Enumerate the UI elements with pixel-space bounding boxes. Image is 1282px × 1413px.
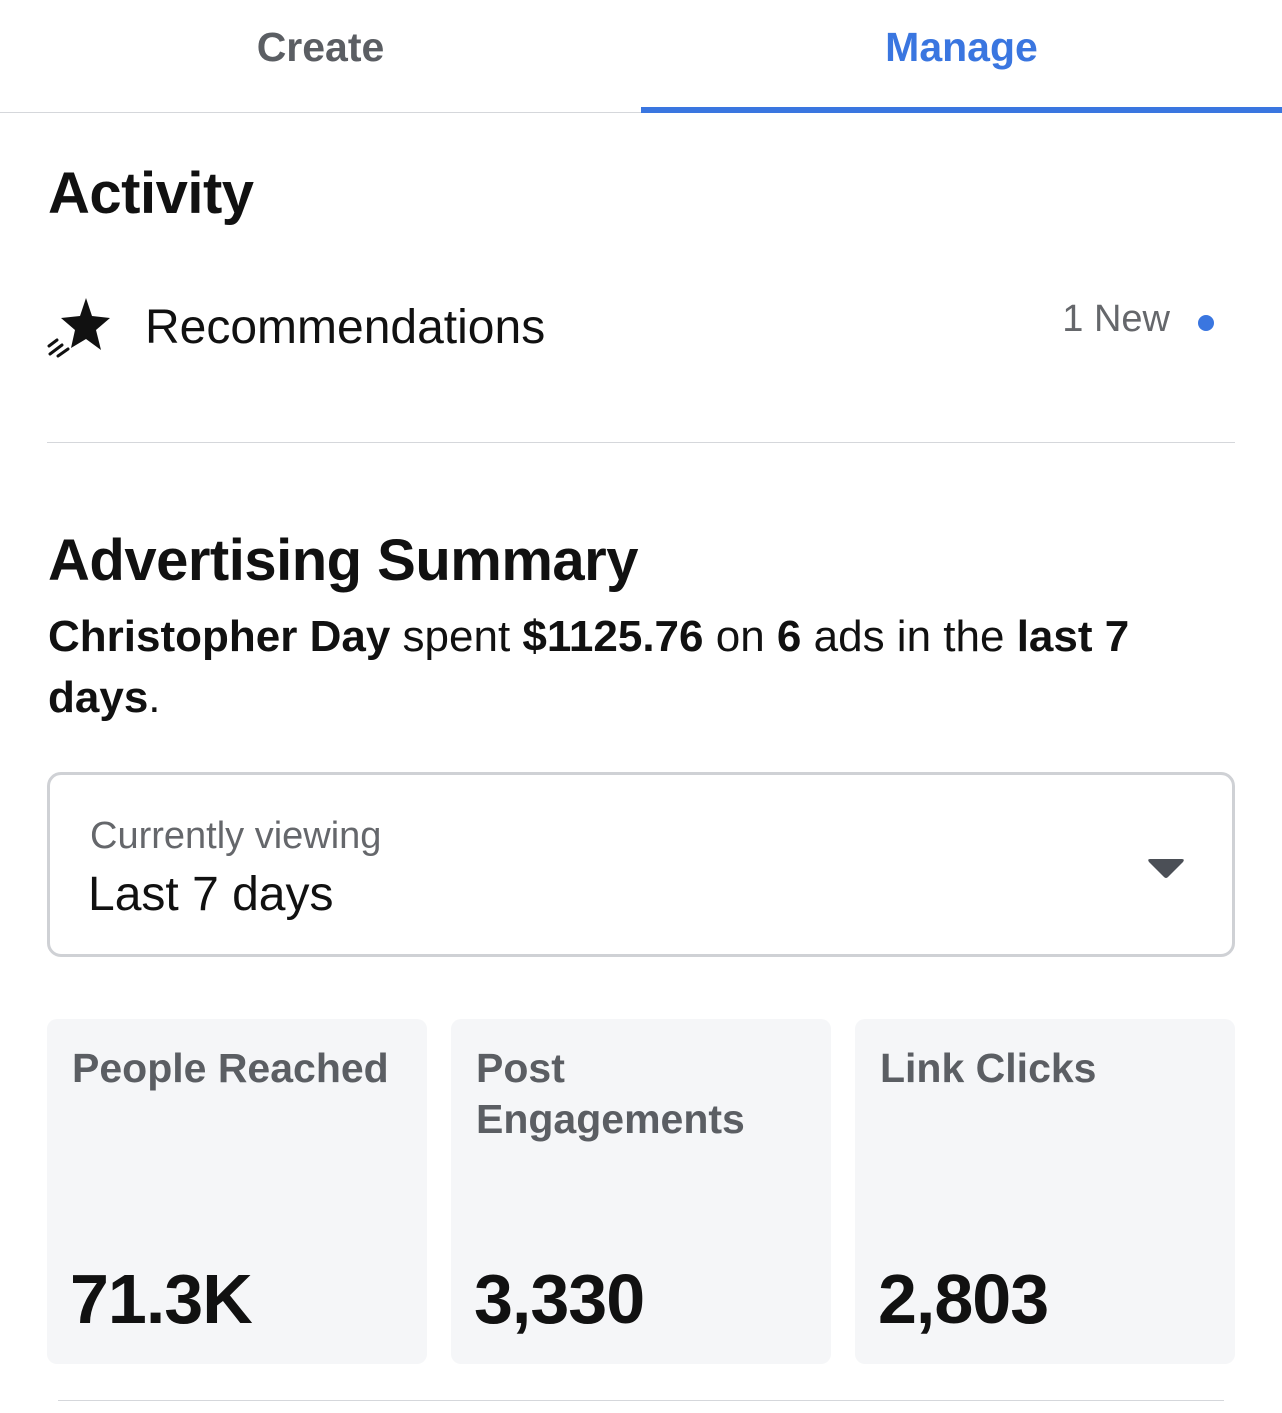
activity-heading: Activity [48,161,254,226]
metric-label: Link Clicks [880,1045,1097,1091]
shooting-star-icon [47,298,110,358]
date-range-selector[interactable]: Currently viewing Last 7 days [47,772,1235,957]
advertising-summary-heading: Advertising Summary [48,528,639,593]
spent-word: spent [402,612,511,661]
metric-label: Post Engagements [476,1045,745,1142]
recommendations-label: Recommendations [145,301,546,354]
metric-card-people-reached[interactable]: People Reached 71.3K [47,1019,427,1364]
new-indicator-dot [1198,315,1214,331]
activity-divider [47,442,1235,443]
recommendations-row[interactable]: Recommendations 1 New [44,290,1234,374]
spend-summary-text: Christopher Day spent $1125.76 on 6 ads … [48,606,1238,728]
tab-manage[interactable]: Manage [641,0,1282,113]
ad-count: 6 [776,612,802,661]
ads-phrase: ads in the [813,612,1005,661]
caret-down-icon [1148,859,1184,878]
selector-value: Last 7 days [88,868,334,921]
metric-card-post-engagements[interactable]: Post Engagements 3,330 [451,1019,831,1364]
metric-value: 71.3K [70,1260,253,1338]
on-word: on [715,612,765,661]
selector-label: Currently viewing [90,815,382,857]
bottom-divider [58,1400,1224,1401]
metric-card-link-clicks[interactable]: Link Clicks 2,803 [855,1019,1235,1364]
tab-create[interactable]: Create [0,0,641,112]
active-tab-indicator [641,107,1282,113]
metric-value: 3,330 [474,1260,645,1338]
spend-amount: $1125.76 [522,612,704,661]
tab-bar: Create Manage [0,0,1282,113]
new-count-badge: 1 New [1062,298,1170,340]
metric-value: 2,803 [878,1260,1049,1338]
tab-manage-label: Manage [885,24,1038,70]
period-end: . [148,673,161,722]
account-name: Christopher Day [48,612,391,661]
tab-create-label: Create [256,24,385,70]
metric-label: People Reached [72,1045,389,1091]
